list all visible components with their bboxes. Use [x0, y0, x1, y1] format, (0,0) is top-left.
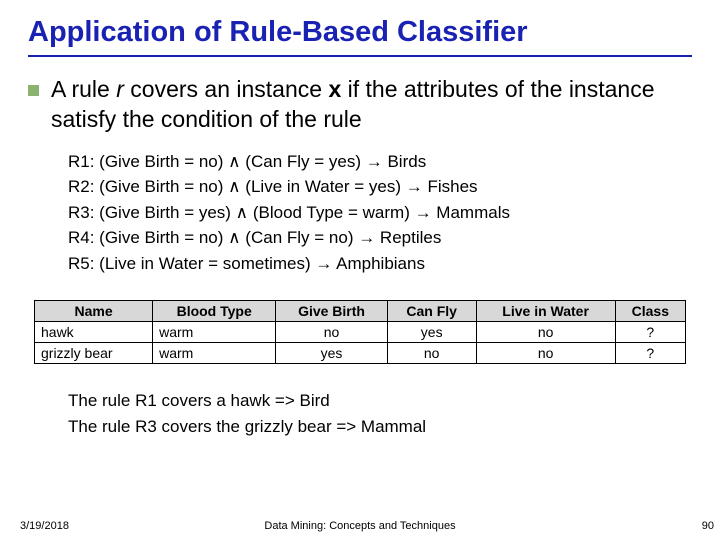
footer-source: Data Mining: Concepts and Techniques	[0, 520, 720, 532]
lead-pre: A rule	[51, 76, 116, 102]
conclusion-line: The rule R3 covers the grizzly bear => M…	[68, 414, 692, 440]
lead-text: A rule r covers an instance x if the att…	[51, 75, 692, 135]
col-give-birth: Give Birth	[276, 301, 388, 322]
lead-r: r	[116, 76, 124, 102]
cell-class: ?	[615, 322, 685, 343]
slide-title: Application of Rule-Based Classifier	[28, 16, 692, 49]
lead-mid: covers an instance	[124, 76, 329, 102]
bullet-icon	[28, 85, 39, 96]
cell-name: grizzly bear	[35, 343, 153, 364]
cell-birth: yes	[276, 343, 388, 364]
cell-name: hawk	[35, 322, 153, 343]
rule-list: R1: (Give Birth = no) ∧ (Can Fly = yes) …	[68, 149, 692, 277]
data-table: Name Blood Type Give Birth Can Fly Live …	[34, 300, 686, 364]
col-can-fly: Can Fly	[387, 301, 476, 322]
table-header-row: Name Blood Type Give Birth Can Fly Live …	[35, 301, 686, 322]
data-table-wrap: Name Blood Type Give Birth Can Fly Live …	[34, 300, 686, 364]
rule-item: R4: (Give Birth = no) ∧ (Can Fly = no) →…	[68, 225, 692, 251]
cell-class: ?	[615, 343, 685, 364]
table-row: grizzly bear warm yes no no ?	[35, 343, 686, 364]
cell-blood: warm	[153, 343, 276, 364]
cell-fly: yes	[387, 322, 476, 343]
cell-birth: no	[276, 322, 388, 343]
footer-page: 90	[702, 520, 714, 532]
rule-item: R1: (Give Birth = no) ∧ (Can Fly = yes) …	[68, 149, 692, 175]
slide: Application of Rule-Based Classifier A r…	[0, 0, 720, 540]
cell-blood: warm	[153, 322, 276, 343]
col-class: Class	[615, 301, 685, 322]
col-live-water: Live in Water	[476, 301, 615, 322]
rule-item: R3: (Give Birth = yes) ∧ (Blood Type = w…	[68, 200, 692, 226]
conclusions: The rule R1 covers a hawk => Bird The ru…	[68, 388, 692, 439]
col-blood-type: Blood Type	[153, 301, 276, 322]
rule-item: R5: (Live in Water = sometimes) → Amphib…	[68, 251, 692, 277]
table-row: hawk warm no yes no ?	[35, 322, 686, 343]
col-name: Name	[35, 301, 153, 322]
lead-x: x	[328, 76, 341, 102]
cell-fly: no	[387, 343, 476, 364]
lead-block: A rule r covers an instance x if the att…	[28, 75, 692, 135]
rule-item: R2: (Give Birth = no) ∧ (Live in Water =…	[68, 174, 692, 200]
conclusion-line: The rule R1 covers a hawk => Bird	[68, 388, 692, 414]
cell-water: no	[476, 322, 615, 343]
cell-water: no	[476, 343, 615, 364]
title-underline	[28, 55, 692, 57]
